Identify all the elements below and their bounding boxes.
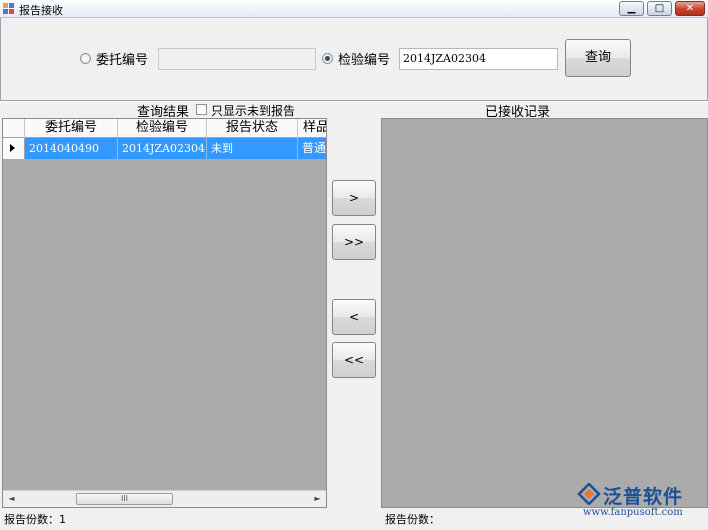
unarrived-filter-checkbox[interactable]: [196, 104, 207, 115]
close-icon: ✕: [685, 3, 695, 14]
received-grid[interactable]: [381, 118, 708, 508]
column-header[interactable]: 报告状态: [207, 119, 298, 138]
window-title: 报告接收: [19, 4, 63, 17]
search-panel: 委托编号 检验编号 2014JZA02304 查询: [0, 18, 708, 100]
scroll-left-icon[interactable]: ◄: [3, 491, 20, 507]
column-header[interactable]: 检验编号: [118, 119, 207, 138]
table-cell: 2014040490: [25, 138, 118, 159]
brand-url: www.fanpusoft.com: [583, 507, 683, 518]
grid-header: 委托编号 检验编号 报告状态 样品: [3, 119, 326, 138]
table-cell: 普通: [298, 138, 326, 159]
unarrived-filter-label: 只显示未到报告: [211, 104, 296, 118]
inspect-label: 检验编号: [338, 53, 391, 68]
move-one-button[interactable]: >: [332, 180, 376, 216]
row-selector-icon[interactable]: [3, 138, 25, 159]
table-cell: 2014JZA02304: [118, 138, 207, 159]
column-header[interactable]: 委托编号: [25, 119, 118, 138]
horizontal-scrollbar[interactable]: ◄ III ►: [3, 490, 326, 507]
brand-watermark: 泛普软件 www.fanpusoft.com: [577, 482, 707, 522]
query-button[interactable]: 查询: [565, 39, 631, 77]
divider: [0, 100, 708, 102]
consign-radio[interactable]: [80, 53, 91, 64]
table-row[interactable]: 2014040490 2014JZA02304 未到 普通: [3, 138, 326, 159]
inspect-radio[interactable]: [322, 53, 333, 64]
received-title: 已接收记录: [485, 105, 551, 120]
close-button[interactable]: ✕: [675, 1, 705, 16]
brand-name: 泛普软件: [603, 486, 684, 508]
back-one-button[interactable]: <: [332, 299, 376, 335]
results-title: 查询结果: [137, 105, 190, 120]
brand-logo-icon: [577, 483, 601, 505]
row-header-corner: [3, 119, 25, 138]
maximize-icon: □: [654, 3, 665, 14]
maximize-button[interactable]: □: [647, 1, 672, 16]
consign-label: 委托编号: [96, 53, 149, 68]
results-grid[interactable]: 委托编号 检验编号 报告状态 样品 2014040490 2014JZA0230…: [2, 118, 327, 508]
minimize-button[interactable]: ▁: [619, 1, 644, 16]
scroll-right-icon[interactable]: ►: [309, 491, 326, 507]
inspect-input[interactable]: 2014JZA02304: [399, 48, 558, 70]
move-all-button[interactable]: >>: [332, 224, 376, 260]
back-all-button[interactable]: <<: [332, 342, 376, 378]
table-cell: 未到: [207, 138, 298, 159]
column-header[interactable]: 样品: [298, 119, 326, 138]
minimize-icon: ▁: [627, 3, 636, 14]
app-icon: [3, 3, 14, 14]
consign-input[interactable]: [158, 48, 316, 70]
received-count: 报告份数：: [385, 513, 440, 526]
results-count: 报告份数：1: [4, 513, 66, 526]
scroll-thumb[interactable]: III: [76, 493, 173, 505]
title-bar: 报告接收 ▁ □ ✕: [0, 0, 708, 18]
